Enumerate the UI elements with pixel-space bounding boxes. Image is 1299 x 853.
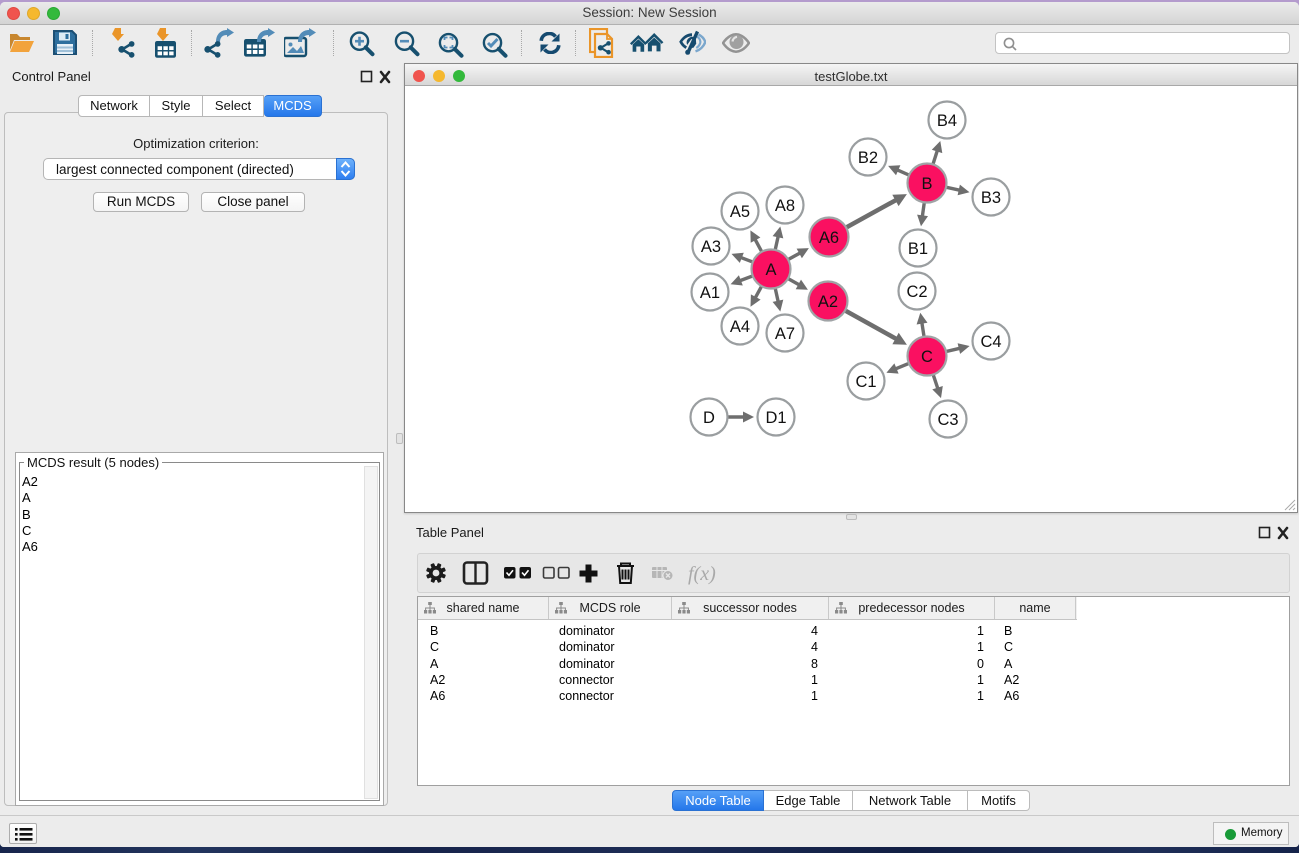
svg-text:C4: C4 xyxy=(980,333,1001,351)
svg-text:A1: A1 xyxy=(700,284,720,302)
svg-text:B3: B3 xyxy=(981,189,1001,207)
svg-text:A: A xyxy=(765,261,776,279)
svg-text:A8: A8 xyxy=(775,197,795,215)
svg-text:A5: A5 xyxy=(730,203,750,221)
svg-text:B4: B4 xyxy=(937,112,957,130)
svg-text:A4: A4 xyxy=(730,318,750,336)
svg-text:C1: C1 xyxy=(855,373,876,391)
svg-text:B1: B1 xyxy=(908,240,928,258)
svg-text:f(x): f(x) xyxy=(688,563,716,585)
svg-text:A3: A3 xyxy=(701,238,721,256)
svg-text:D: D xyxy=(703,409,715,427)
svg-text:A7: A7 xyxy=(775,325,795,343)
svg-text:A2: A2 xyxy=(818,293,838,311)
svg-text:C: C xyxy=(921,348,933,366)
svg-text:D1: D1 xyxy=(765,409,786,427)
svg-text:A6: A6 xyxy=(819,229,839,247)
svg-text:B2: B2 xyxy=(858,149,878,167)
svg-text:B: B xyxy=(921,175,932,193)
svg-text:C3: C3 xyxy=(937,411,958,429)
svg-text:C2: C2 xyxy=(906,283,927,301)
